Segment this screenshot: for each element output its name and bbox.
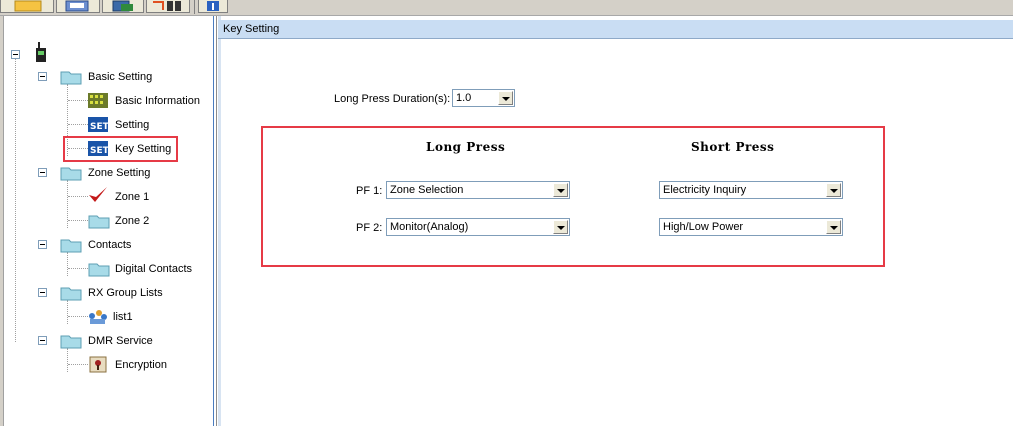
contacts-expander[interactable] bbox=[38, 240, 47, 249]
tree-item-basic-setting[interactable]: Basic Setting bbox=[88, 67, 152, 87]
tree-line bbox=[67, 252, 68, 276]
tree-line bbox=[68, 124, 88, 125]
tree-item-digital-contacts[interactable]: Digital Contacts bbox=[115, 259, 192, 279]
tree-line bbox=[15, 57, 16, 342]
tree-item-label: Zone 2 bbox=[115, 215, 150, 227]
tree-item-zone-2[interactable]: Zone 2 bbox=[115, 211, 149, 231]
write-radio-button[interactable] bbox=[146, 0, 190, 13]
tree-item-label: Basic Setting bbox=[88, 71, 153, 83]
panel-border bbox=[0, 16, 4, 426]
pf1-short-press-value: Electricity Inquiry bbox=[663, 184, 747, 196]
tree-line bbox=[68, 220, 88, 221]
tree-line bbox=[68, 316, 88, 317]
long-press-duration-select[interactable]: 1.0 bbox=[452, 89, 515, 107]
main-header: Key Setting bbox=[218, 20, 1013, 39]
tree-item-rx-group-lists[interactable]: RX Group Lists bbox=[88, 283, 163, 303]
tree-item-dmr-service[interactable]: DMR Service bbox=[88, 331, 153, 351]
about-button[interactable] bbox=[198, 0, 228, 13]
chevron-down-icon[interactable] bbox=[826, 183, 841, 197]
tree-item-zone-setting[interactable]: Zone Setting bbox=[88, 163, 150, 183]
save-button[interactable] bbox=[56, 0, 100, 13]
tree-item-label: Zone 1 bbox=[115, 191, 150, 203]
pf2-long-press-select[interactable]: Monitor(Analog) bbox=[386, 218, 570, 236]
tree-item-label: RX Group Lists bbox=[88, 287, 163, 299]
tree-item-encryption[interactable]: Encryption bbox=[115, 355, 167, 375]
panel-divider bbox=[213, 16, 214, 426]
write-radio-icon bbox=[153, 1, 181, 11]
tree-item-label: Encryption bbox=[115, 359, 167, 371]
folder-icon bbox=[88, 215, 110, 229]
pf2-label: PF 2: bbox=[356, 222, 383, 234]
tree-line bbox=[67, 348, 68, 372]
tree-line bbox=[68, 100, 88, 101]
main-panel-border bbox=[218, 16, 221, 426]
chevron-down-icon[interactable] bbox=[553, 183, 568, 197]
long-press-header: Long Press bbox=[426, 140, 506, 154]
chevron-down-icon[interactable] bbox=[498, 91, 513, 105]
group-icon bbox=[89, 310, 107, 324]
folder-icon bbox=[60, 335, 82, 349]
set-icon: SET bbox=[88, 117, 108, 132]
folder-icon bbox=[88, 263, 110, 277]
basic-info-icon bbox=[88, 93, 108, 108]
svg-text:SET: SET bbox=[90, 122, 108, 132]
open-folder-button[interactable] bbox=[0, 0, 54, 13]
tree-item-zone-1[interactable]: Zone 1 bbox=[115, 187, 149, 207]
folder-icon bbox=[60, 167, 82, 181]
long-press-duration-value: 1.0 bbox=[456, 92, 472, 104]
encryption-icon bbox=[89, 356, 107, 373]
tree-item-label: Digital Contacts bbox=[115, 263, 193, 275]
folder-icon bbox=[60, 71, 82, 85]
toolbar bbox=[0, 0, 1013, 16]
basic-setting-expander[interactable] bbox=[38, 72, 47, 81]
read-radio-icon bbox=[112, 0, 133, 12]
dmr-service-expander[interactable] bbox=[38, 336, 47, 345]
selected-item-highlight bbox=[63, 136, 178, 162]
pf1-long-press-select[interactable]: Zone Selection bbox=[386, 181, 570, 199]
folder-icon bbox=[60, 239, 82, 253]
tree-line bbox=[68, 196, 88, 197]
radio-icon bbox=[36, 42, 46, 62]
checkmark-icon bbox=[89, 187, 107, 202]
chevron-down-icon[interactable] bbox=[553, 220, 568, 234]
short-press-header: Short Press bbox=[691, 140, 775, 154]
pf1-label: PF 1: bbox=[356, 185, 383, 197]
tree-item-label: Setting bbox=[115, 119, 150, 131]
pf2-short-press-select[interactable]: High/Low Power bbox=[659, 218, 843, 236]
pf2-short-press-value: High/Low Power bbox=[663, 221, 744, 233]
folder-icon bbox=[60, 287, 82, 301]
tree-item-label: Basic Information bbox=[115, 95, 200, 107]
pf2-long-press-value: Monitor(Analog) bbox=[390, 221, 469, 233]
tree-item-label: Contacts bbox=[88, 239, 132, 251]
zone-setting-expander[interactable] bbox=[38, 168, 47, 177]
tree-item-contacts[interactable]: Contacts bbox=[88, 235, 131, 255]
long-press-duration-label: Long Press Duration(s): bbox=[334, 93, 451, 105]
tree-item-label: Zone Setting bbox=[88, 167, 151, 179]
main-panel: Key Setting Long Press Duration(s): 1.0 … bbox=[218, 16, 1013, 426]
rx-group-lists-expander[interactable] bbox=[38, 288, 47, 297]
save-icon bbox=[65, 0, 89, 12]
read-radio-button[interactable] bbox=[102, 0, 144, 13]
tree-item-setting[interactable]: Setting bbox=[115, 115, 149, 135]
tree-line bbox=[67, 300, 68, 324]
tree-line bbox=[68, 364, 88, 365]
tree-item-label: DMR Service bbox=[88, 335, 153, 347]
about-icon bbox=[207, 1, 219, 11]
pf1-long-press-value: Zone Selection bbox=[390, 184, 464, 196]
tree-line bbox=[68, 268, 88, 269]
tree-item-label: list1 bbox=[113, 311, 133, 323]
pf1-short-press-select[interactable]: Electricity Inquiry bbox=[659, 181, 843, 199]
tree-item-basic-information[interactable]: Basic Information bbox=[115, 91, 200, 111]
tree-item-list1[interactable]: list1 bbox=[113, 307, 133, 327]
tree-root-expander[interactable] bbox=[11, 50, 20, 59]
toolbar-separator bbox=[194, 0, 195, 14]
chevron-down-icon[interactable] bbox=[826, 220, 841, 234]
open-folder-icon bbox=[14, 0, 42, 12]
page-title: Key Setting bbox=[223, 23, 280, 35]
